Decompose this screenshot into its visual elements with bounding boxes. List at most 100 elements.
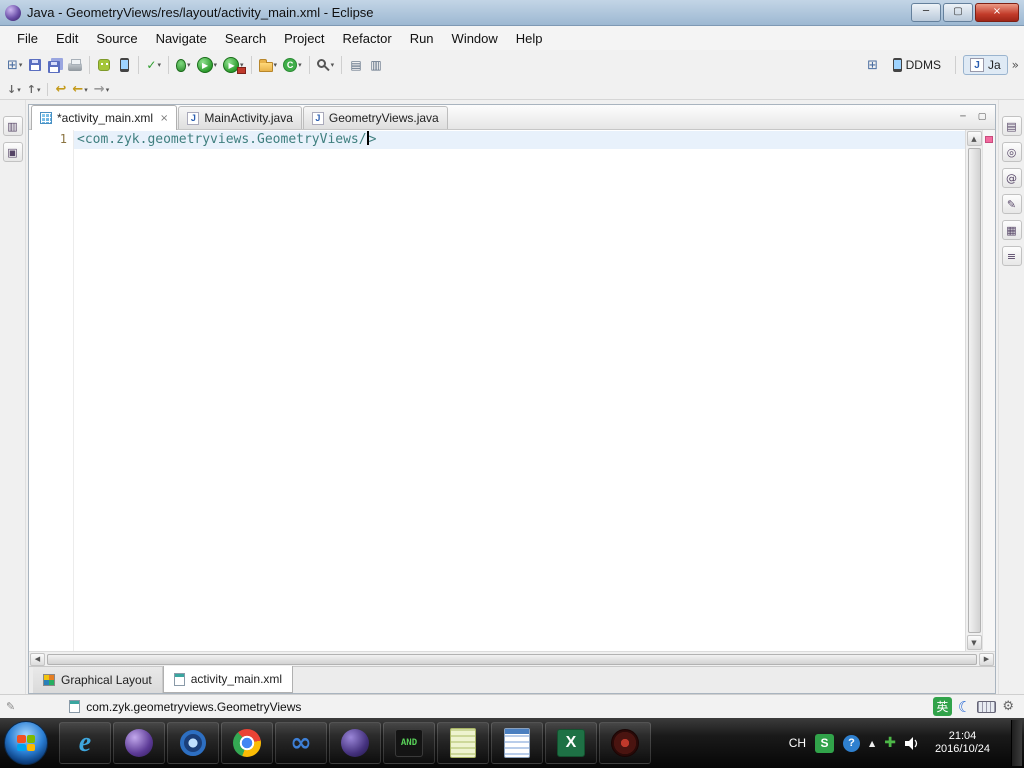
overview-ruler[interactable] [982,130,995,651]
code-line-1[interactable]: <com.zyk.geometryviews.GeometryViews/> [74,131,965,149]
open-perspective-button[interactable]: ⊞ [863,54,883,76]
taskbar-item-chrome[interactable] [221,722,273,764]
menu-file[interactable]: File [8,28,47,49]
menu-search[interactable]: Search [216,28,275,49]
properties-view-icon[interactable]: ≡ [1001,246,1022,266]
menu-source[interactable]: Source [87,28,146,49]
taskbar-item-recorder[interactable] [599,722,651,764]
open-type-button[interactable]: ▤ [346,54,366,76]
last-edit-location-button[interactable]: ↩ [52,81,69,98]
fast-view-package-explorer-icon[interactable]: ▥ [2,116,23,136]
annotation-ruler[interactable] [29,130,42,651]
minimize-view-button[interactable]: ─ [955,109,971,125]
avd-manager-button[interactable] [114,54,134,76]
open-task-button[interactable]: ▥ [366,54,386,76]
line-number-ruler[interactable]: 1 [42,130,74,651]
horizontal-scroll-thumb[interactable] [47,653,977,665]
status-text: com.zyk.geometryviews.GeometryViews [86,699,302,714]
chevron-down-icon: ▾ [213,61,218,69]
help-tray-icon[interactable]: ? [843,734,861,752]
ime-moon-icon[interactable]: ☾ [958,698,971,716]
safely-remove-icon[interactable]: ✚ [884,735,896,751]
minimize-button[interactable]: ─ [911,3,941,22]
ime-settings-icon[interactable]: ⚙ [1002,699,1014,714]
menu-refactor[interactable]: Refactor [334,28,401,49]
workspace: ▥ ▣ *activity_main.xml × J MainActivity.… [0,100,1024,694]
taskbar-item-purple-tool[interactable] [329,722,381,764]
forward-button[interactable]: → ▾ [91,81,112,98]
javadoc-view-icon[interactable]: @ [1001,168,1022,188]
close-button[interactable]: × [975,3,1019,22]
scroll-left-icon[interactable]: ◀ [30,652,45,666]
search-view-icon[interactable]: ◎ [1001,142,1022,162]
menu-window[interactable]: Window [443,28,507,49]
next-annotation-button[interactable]: ↓ ▾ [4,81,24,98]
ime-keyboard-icon[interactable] [977,700,997,713]
previous-annotation-button[interactable]: ↑ ▾ [24,81,44,98]
taskbar-item-notepad-green[interactable] [437,722,489,764]
maximize-view-button[interactable]: ▢ [974,109,990,125]
run-button[interactable]: ▶ ▾ [194,54,221,76]
toolbar-overflow-chevron[interactable]: » [1012,58,1019,72]
volume-icon[interactable] [904,736,920,750]
menu-navigate[interactable]: Navigate [147,28,216,49]
taskbar-item-infinity-tool[interactable]: ∞ [275,722,327,764]
scroll-down-icon[interactable]: ▼ [966,635,982,650]
new-java-project-button[interactable]: ▾ [256,54,281,76]
menu-edit[interactable]: Edit [47,28,87,49]
chevron-down-icon: ▾ [273,61,278,69]
vertical-scroll-thumb[interactable] [967,148,981,633]
taskbar-item-blue-tool[interactable] [167,722,219,764]
menu-run[interactable]: Run [401,28,443,49]
search-button[interactable]: ▾ [314,54,338,76]
tab-graphical-layout[interactable]: Graphical Layout [33,667,163,693]
show-desktop-button[interactable] [1011,720,1022,766]
sogou-tray-icon[interactable]: S [815,733,835,753]
declaration-view-icon[interactable]: ✎ [1001,194,1022,214]
save-all-button[interactable] [45,54,65,76]
back-button[interactable]: ← ▾ [69,81,90,98]
taskbar-item-android-tool[interactable]: AND [383,722,435,764]
chevron-down-icon: ▾ [187,61,191,69]
taskbar-clock[interactable]: 21:04 2016/10/24 [929,730,996,756]
ime-mode-badge[interactable]: 英 [932,697,952,716]
menu-help[interactable]: Help [507,28,552,49]
horizontal-scrollbar[interactable]: ◀ ▶ [29,651,995,666]
tab-activity-main-xml[interactable]: *activity_main.xml × [31,105,178,130]
taskbar-item-eclipse[interactable] [113,722,165,764]
taskbar-item-excel[interactable]: X [545,722,597,764]
eclipse-window: Java - GeometryViews/res/layout/activity… [0,0,1024,768]
external-tools-button[interactable]: ▶ ▾ [220,54,247,76]
new-wizard-button[interactable]: ⊞ ▾ [4,54,25,76]
taskbar-item-internet-explorer[interactable]: e [59,722,111,764]
scroll-up-icon[interactable]: ▲ [966,131,982,146]
debug-button[interactable]: ▾ [173,54,194,76]
fast-view-hierarchy-icon[interactable]: ▣ [2,142,23,162]
palette-view-icon[interactable]: ▦ [1001,220,1022,240]
dirty-region-marker[interactable] [985,136,993,143]
scroll-right-icon[interactable]: ▶ [979,652,994,666]
vertical-scrollbar[interactable]: ▲ ▼ [965,130,982,651]
new-class-button[interactable]: C ▾ [280,54,305,76]
internet-explorer-icon: e [78,727,92,758]
code-area[interactable]: <com.zyk.geometryviews.GeometryViews/> [74,130,965,651]
mark-occurrences-button[interactable]: ✓ ▾ [143,54,164,76]
sdk-manager-button[interactable] [94,54,114,76]
tab-close-icon[interactable]: × [160,113,168,124]
left-trim-bar: ▥ ▣ [0,100,26,694]
problems-view-icon[interactable]: ▤ [1001,116,1022,136]
menu-project[interactable]: Project [275,28,333,49]
perspective-ddms-button[interactable]: DDMS [886,55,948,75]
start-button[interactable] [4,721,48,765]
print-button[interactable] [65,54,85,76]
tab-activity-main-xml-source[interactable]: activity_main.xml [162,666,294,693]
maximize-button[interactable]: ▢ [943,3,973,22]
system-tray: CH S ? ▲ ✚ 21:04 2016/10/24 [789,720,1024,766]
perspective-java-button[interactable]: J Ja [962,55,1008,75]
taskbar-item-notepad-blue[interactable] [491,722,543,764]
language-indicator[interactable]: CH [789,736,806,750]
save-button[interactable] [25,54,45,76]
show-hidden-icons-button[interactable]: ▲ [869,739,875,748]
tab-geometryviews-java[interactable]: J GeometryViews.java [302,106,448,129]
tab-mainactivity-java[interactable]: J MainActivity.java [178,106,302,129]
